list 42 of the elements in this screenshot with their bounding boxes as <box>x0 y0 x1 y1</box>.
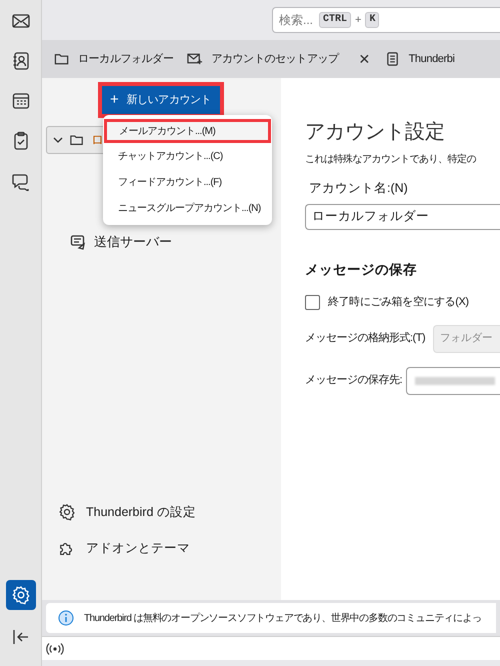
address-book-icon <box>10 51 30 71</box>
broadcast-icon <box>46 642 64 656</box>
account-name: ロ <box>91 131 104 150</box>
storage-path-field[interactable] <box>406 366 500 394</box>
sidebar-link[interactable]: Thunderbird の設定 <box>86 502 196 522</box>
settings-icon <box>10 585 30 605</box>
tab[interactable]: Thunderbi <box>408 50 455 68</box>
field-label: メッセージの格納形式:(T) <box>305 331 426 346</box>
description-text: これは特殊なアカウントであり、特定の <box>305 152 477 167</box>
document-icon <box>384 51 401 67</box>
collapse-arrow-icon <box>10 627 30 647</box>
tab[interactable]: アカウントのセットアップ <box>211 50 339 68</box>
menu-item[interactable]: メールアカウント...(M) <box>104 119 271 143</box>
menu-item[interactable]: チャットアカウント...(C) <box>103 143 272 169</box>
search-placeholder: 検索... <box>279 12 314 29</box>
envelope-plus-icon <box>187 51 204 67</box>
sidebar-item[interactable]: 送信サーバー <box>94 232 172 252</box>
close-tab-button[interactable]: ✕ <box>358 48 371 70</box>
calendar-icon <box>10 91 30 111</box>
account-tree-item[interactable]: ロ <box>46 126 106 154</box>
account-name-field[interactable]: ローカルフォルダー <box>305 204 500 230</box>
field-label: アカウント名:(N) <box>308 180 409 197</box>
folder-icon <box>54 51 70 67</box>
menu-item[interactable]: フィードアカウント...(F) <box>103 169 272 195</box>
settings-icon <box>58 502 76 521</box>
menu-item[interactable]: ニュースグループアカウント...(N) <box>103 195 272 221</box>
checkbox[interactable] <box>305 294 320 310</box>
sidebar-link[interactable]: アドオンとテーマ <box>86 539 190 558</box>
notification-text: Thunderbird は無料のオープンソースソフトウェアであり、世界中の多数のコミュニティによっ <box>84 612 482 626</box>
keyboard-key: K <box>365 12 380 28</box>
tab[interactable]: ローカルフォルダー <box>78 50 174 68</box>
section-heading: メッセージの保存 <box>305 260 418 279</box>
page-title: アカウント設定 <box>305 120 446 145</box>
search-field[interactable]: 検索... CTRL + K <box>272 7 500 33</box>
checkbox-label[interactable]: 終了時にごみ箱を空にする(X) <box>328 294 469 310</box>
folder-icon <box>69 133 85 147</box>
new-account-button[interactable]: + 新しいアカウント <box>102 86 220 114</box>
keyboard-key: CTRL <box>319 12 352 28</box>
field-label: メッセージの保存先: <box>305 373 402 388</box>
key-joiner: + <box>355 12 362 28</box>
space-button[interactable] <box>6 580 36 610</box>
info-icon <box>58 610 74 626</box>
